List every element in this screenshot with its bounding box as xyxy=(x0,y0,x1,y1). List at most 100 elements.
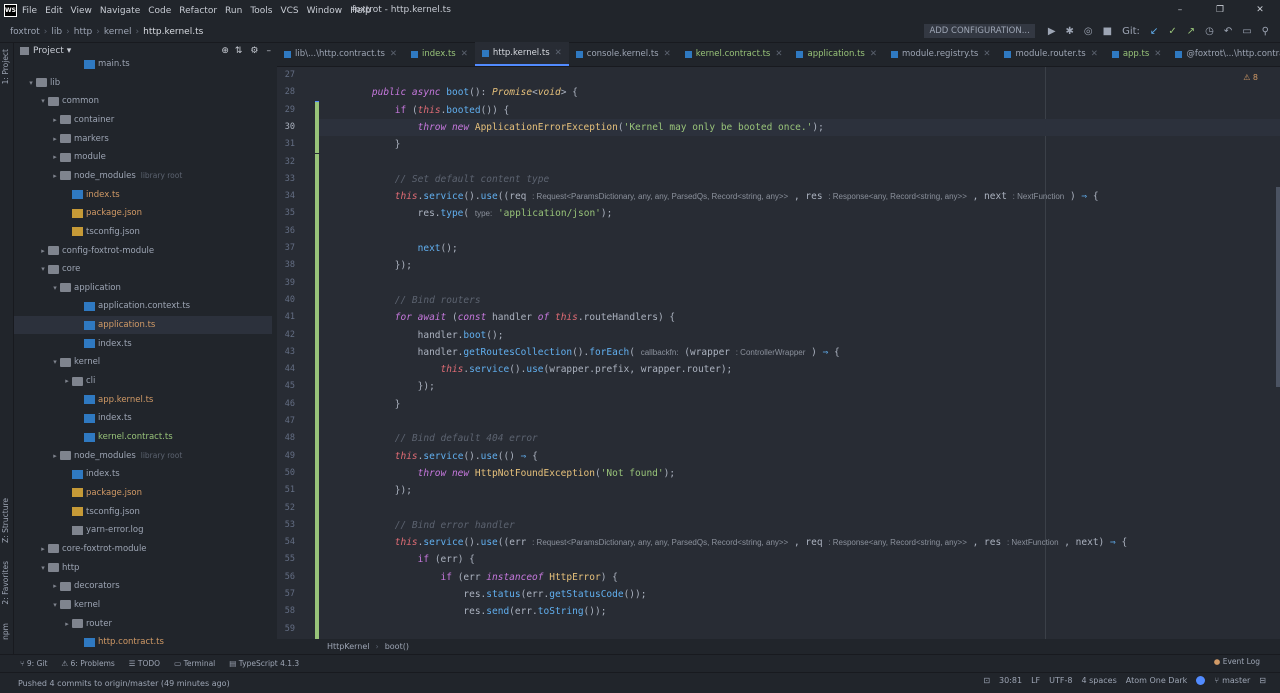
menu-tools[interactable]: Tools xyxy=(250,6,272,16)
tree-item[interactable]: app.kernel.ts xyxy=(14,391,272,409)
line-separator[interactable]: LF xyxy=(1031,676,1040,685)
menu-run[interactable]: Run xyxy=(225,6,242,16)
favorites-tool-tab[interactable]: 2: Favorites xyxy=(1,561,10,605)
code-line[interactable]: } xyxy=(349,396,401,413)
code-line[interactable]: this.service().use(wrapper.prefix, wrapp… xyxy=(349,361,733,378)
collapse-icon[interactable]: ⇅ xyxy=(235,46,243,56)
tool-window-typescript-4-1-3[interactable]: ▤ TypeScript 4.1.3 xyxy=(229,659,299,668)
tree-item[interactable]: ▸ module xyxy=(14,148,272,166)
editor-tab[interactable]: module.registry.ts ✕ xyxy=(884,42,998,66)
code-line[interactable]: res.status(err.getStatusCode()); xyxy=(349,586,646,603)
nav-crumb[interactable]: http xyxy=(74,27,92,37)
maximize-button[interactable]: ❐ xyxy=(1200,0,1240,21)
menu-file[interactable]: File xyxy=(22,6,37,16)
code-line[interactable]: public async boot(): Promise<void> { xyxy=(349,84,578,101)
code-line[interactable]: for await (const handler of this.routeHa… xyxy=(349,309,675,326)
nav-crumb[interactable]: http.kernel.ts xyxy=(143,27,203,37)
project-tool-tab[interactable]: 1: Project xyxy=(1,49,10,84)
expand-arrow-icon[interactable]: ▸ xyxy=(50,582,60,590)
stop-icon[interactable]: ■ xyxy=(1103,26,1112,37)
tree-item[interactable]: ▸ node_modules library root xyxy=(14,167,272,185)
menu-vcs[interactable]: VCS xyxy=(280,6,298,16)
tree-item[interactable]: tsconfig.json xyxy=(14,223,272,241)
nav-crumb[interactable]: lib xyxy=(51,27,62,37)
status-message[interactable]: Pushed 4 commits to origin/master (49 mi… xyxy=(18,679,230,688)
menu-navigate[interactable]: Navigate xyxy=(100,6,140,16)
expand-arrow-icon[interactable]: ▸ xyxy=(50,135,60,143)
gear-icon[interactable]: ⚙ xyxy=(250,46,258,56)
code-line[interactable]: } xyxy=(349,136,401,153)
code-line[interactable]: // Bind error handler xyxy=(349,517,515,534)
expand-arrow-icon[interactable]: ▾ xyxy=(50,358,60,366)
tree-item[interactable]: ▸ container xyxy=(14,111,272,129)
nav-crumb[interactable]: foxtrot xyxy=(10,27,40,37)
code-editor[interactable]: ⚠ 8 27 28 29 30 31 32 33 34 35 36 37 38 39 40 41 42 43 44… xyxy=(277,67,1280,639)
code-line[interactable]: if (err) { xyxy=(349,551,475,568)
tree-item[interactable]: ▸ markers xyxy=(14,130,272,148)
tool-window-6-problems[interactable]: ⚠ 6: Problems xyxy=(61,659,114,668)
menu-window[interactable]: Window xyxy=(307,6,343,16)
menu-edit[interactable]: Edit xyxy=(45,6,62,16)
code-line[interactable]: // Bind default 404 error xyxy=(349,430,538,447)
code-line[interactable]: }); xyxy=(349,257,412,274)
editor-tab[interactable]: app.ts ✕ xyxy=(1105,42,1169,66)
code-line[interactable]: // Bind routers xyxy=(349,292,481,309)
locate-icon[interactable]: ⊕ xyxy=(221,46,229,56)
expand-arrow-icon[interactable]: ▸ xyxy=(62,377,72,385)
code-line[interactable]: this.service().use((req : Request<Params… xyxy=(349,188,1099,205)
tree-item[interactable]: package.json xyxy=(14,204,272,222)
tree-item[interactable]: index.ts xyxy=(14,186,272,204)
tool-window-9-git[interactable]: ⑂ 9: Git xyxy=(20,659,47,668)
coverage-icon[interactable]: ◎ xyxy=(1084,26,1093,37)
tree-item[interactable]: ▸ core-foxtrot-module xyxy=(14,540,272,558)
tree-item[interactable]: ▸ router xyxy=(14,615,272,633)
tree-item[interactable]: yarn-error.log xyxy=(14,521,272,539)
vcs-change-marker[interactable] xyxy=(315,153,319,639)
tree-item[interactable]: ▾ http xyxy=(14,559,272,577)
editor-tab[interactable]: @foxtrot\...\http.contract.ts✕ xyxy=(1168,42,1280,66)
editor-tab[interactable]: application.ts ✕ xyxy=(789,42,883,66)
editor-tab[interactable]: console.kernel.ts ✕ xyxy=(569,42,678,66)
expand-arrow-icon[interactable]: ▸ xyxy=(50,116,60,124)
tree-item[interactable]: index.ts xyxy=(14,409,272,427)
debug-icon[interactable]: ✱ xyxy=(1066,26,1074,37)
hide-icon[interactable]: – xyxy=(267,46,272,56)
file-encoding[interactable]: UTF-8 xyxy=(1049,676,1072,685)
expand-arrow-icon[interactable]: ▾ xyxy=(50,284,60,292)
code-line[interactable]: // Set default content type xyxy=(349,171,549,188)
close-tab-icon[interactable]: ✕ xyxy=(775,49,782,59)
editor-tab[interactable]: index.ts ✕ xyxy=(404,42,475,66)
layout-icon[interactable]: ▭ xyxy=(1242,26,1251,37)
event-log-button[interactable]: ● Event Log xyxy=(1214,657,1260,666)
git-branch[interactable]: master xyxy=(1222,676,1250,685)
run-icon[interactable]: ▶ xyxy=(1048,26,1056,37)
caret-position[interactable]: 30:81 xyxy=(999,676,1022,685)
code-line[interactable]: this.service().use(() ⇒ { xyxy=(349,448,538,465)
tree-item[interactable]: ▸ node_modules library root xyxy=(14,447,272,465)
tree-item[interactable]: index.ts xyxy=(14,465,272,483)
code-line[interactable]: if (this.booted()) { xyxy=(349,102,509,119)
git-push-icon[interactable]: ↗ xyxy=(1187,26,1195,37)
tree-item[interactable]: ▸ cli xyxy=(14,372,272,390)
theme-name[interactable]: Atom One Dark xyxy=(1126,676,1188,685)
code-line[interactable]: res.type( type: 'application/json'); xyxy=(349,205,613,222)
search-icon[interactable]: ⚲ xyxy=(1262,26,1269,37)
close-tab-icon[interactable]: ✕ xyxy=(1154,49,1161,59)
code-line[interactable]: }); xyxy=(349,482,412,499)
tree-item[interactable]: ▸ config-foxtrot-module xyxy=(14,242,272,260)
tree-item[interactable]: ▾ kernel xyxy=(14,596,272,614)
close-tab-icon[interactable]: ✕ xyxy=(461,49,468,59)
tree-item[interactable]: ▾ kernel xyxy=(14,353,272,371)
code-line[interactable]: throw new HttpNotFoundException('Not fou… xyxy=(349,465,675,482)
close-tab-icon[interactable]: ✕ xyxy=(1091,49,1098,59)
tree-item[interactable]: index.ts xyxy=(14,335,272,353)
tree-item[interactable]: http.contract.ts xyxy=(14,633,272,651)
expand-arrow-icon[interactable]: ▸ xyxy=(50,452,60,460)
crumb-method[interactable]: boot() xyxy=(385,642,409,651)
close-tab-icon[interactable]: ✕ xyxy=(555,48,562,58)
npm-tool-tab[interactable]: npm xyxy=(1,623,10,640)
minimize-button[interactable]: – xyxy=(1160,0,1200,21)
project-panel-title[interactable]: Project xyxy=(33,46,64,56)
code-line[interactable]: handler.getRoutesCollection().forEach( c… xyxy=(349,344,840,361)
close-tab-icon[interactable]: ✕ xyxy=(664,49,671,59)
